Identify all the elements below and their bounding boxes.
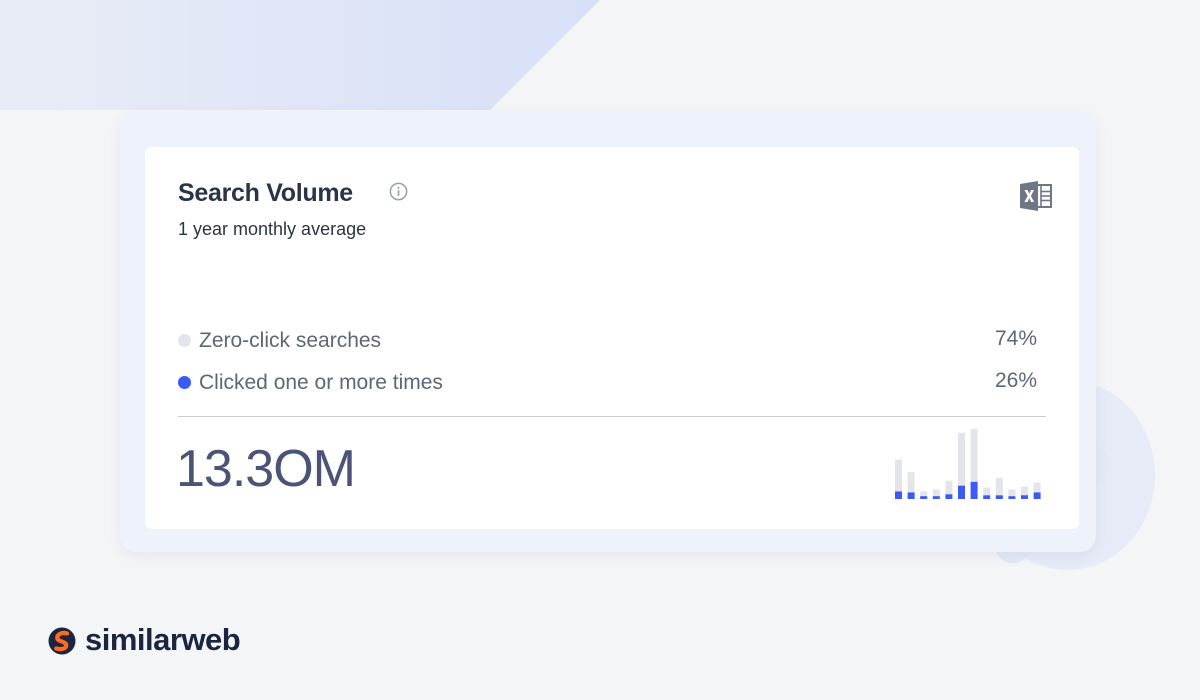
- similarweb-logo-icon: [48, 627, 76, 655]
- search-volume-card: Search Volume 1 year monthly average Zer…: [145, 147, 1079, 529]
- chart-bar-clicked-3: [920, 496, 928, 499]
- chart-bar-zero-click-11: [1021, 486, 1028, 496]
- legend-value: 26%: [994, 369, 1037, 392]
- chart-bar-clicked-11: [1021, 495, 1028, 499]
- chart-bar-clicked-9: [995, 495, 1003, 499]
- legend-label: Clicked one or more times: [199, 371, 443, 394]
- chart-bar-zero-click-8: [983, 487, 991, 496]
- legend-dot-zero-click: [178, 334, 191, 347]
- legend-item-clicked: Clicked one or more times 26%: [178, 369, 1038, 395]
- legend-value: 74%: [994, 327, 1037, 350]
- legend-item-zero-click: Zero-click searches 74%: [178, 327, 1038, 353]
- total-volume-value: 13.3OM: [176, 440, 356, 498]
- chart-bar-clicked-12: [1033, 492, 1041, 499]
- legend-label: Zero-click searches: [199, 329, 382, 352]
- chart-bar-zero-click-3: [920, 491, 928, 497]
- chart-bar-clicked-10: [1008, 496, 1016, 499]
- chart-bar-zero-click-2: [907, 472, 915, 493]
- chart-bar-zero-click-4: [932, 489, 940, 497]
- chart-bar-clicked-1: [895, 491, 902, 499]
- card-subtitle: 1 year monthly average: [178, 219, 367, 239]
- chart-bar-clicked-2: [907, 492, 915, 499]
- monthly-volume-chart: [895, 428, 1041, 499]
- divider: [178, 416, 1046, 417]
- chart-bar-clicked-5: [945, 494, 953, 499]
- chart-bar-zero-click-12: [1033, 482, 1041, 493]
- chart-bar-zero-click-6: [958, 432, 965, 486]
- card-title: Search Volume: [178, 179, 353, 207]
- chart-bar-zero-click-5: [945, 480, 953, 495]
- chart-bar-zero-click-9: [995, 477, 1003, 496]
- chart-bar-clicked-8: [983, 495, 991, 499]
- chart-bar-zero-click-10: [1008, 489, 1016, 497]
- chart-bar-clicked-6: [958, 485, 965, 499]
- chart-bar-clicked-4: [932, 496, 940, 499]
- excel-export-icon[interactable]: [1020, 181, 1053, 211]
- legend-dot-clicked: [178, 376, 191, 389]
- chart-bar-zero-click-7: [970, 428, 978, 482]
- brand-name: similarweb: [85, 622, 241, 657]
- info-icon[interactable]: [389, 182, 408, 201]
- chart-bar-clicked-7: [970, 481, 978, 499]
- chart-bar-zero-click-1: [895, 459, 902, 492]
- background-shape-top: [0, 0, 600, 110]
